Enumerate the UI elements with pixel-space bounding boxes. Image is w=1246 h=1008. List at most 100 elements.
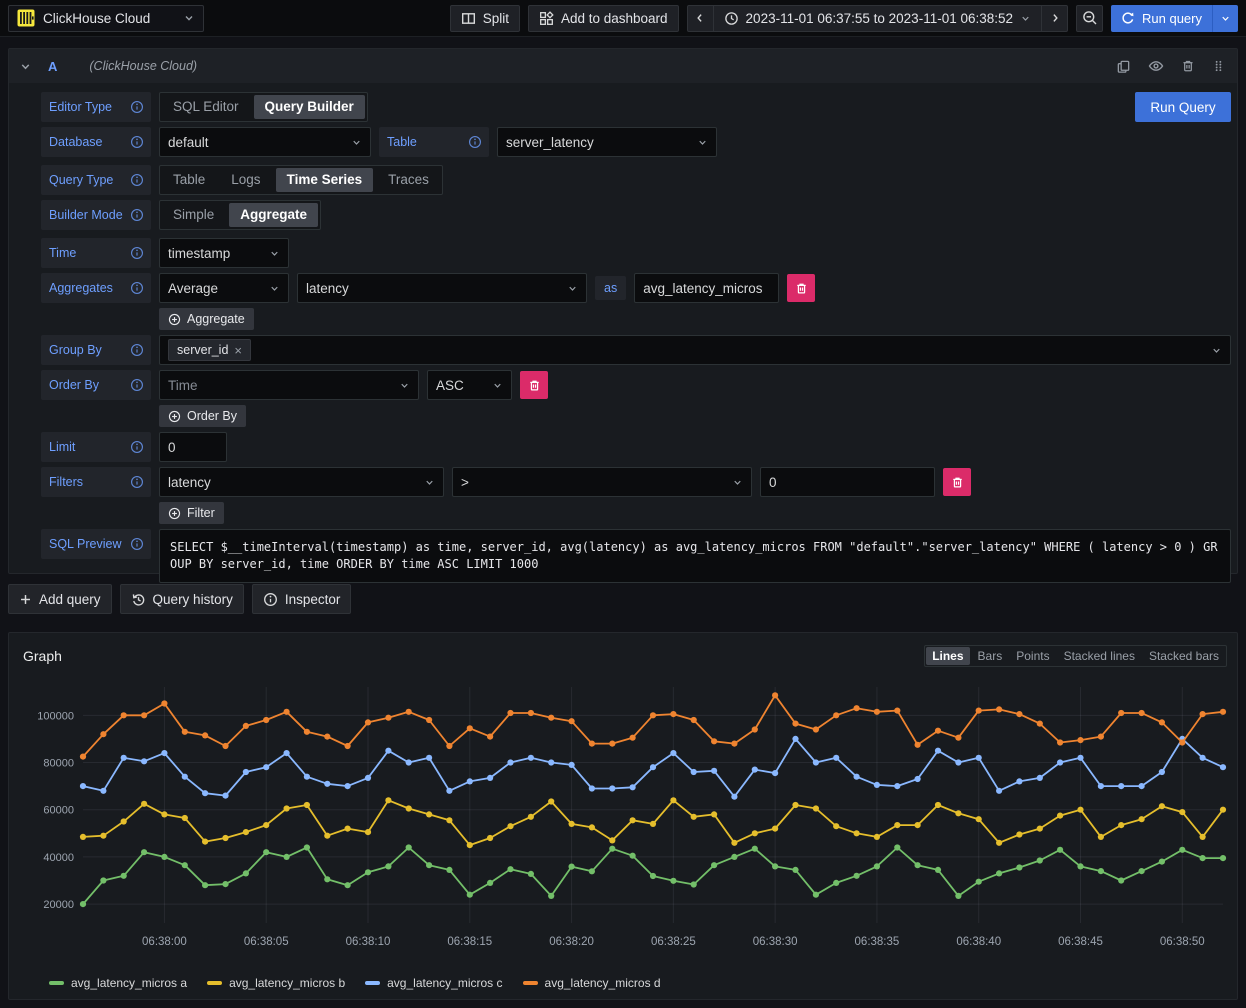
series-point — [1098, 783, 1104, 789]
trash-icon — [951, 476, 964, 489]
series-point — [1077, 863, 1083, 869]
filter-value-input[interactable] — [760, 467, 935, 497]
remove-order-by-button[interactable] — [520, 371, 548, 399]
series-point — [528, 710, 534, 716]
series-point — [80, 783, 86, 789]
time-shift-back-button[interactable] — [687, 5, 714, 32]
series-point — [813, 759, 819, 765]
add-query-button[interactable]: Add query — [8, 584, 112, 614]
series-point — [324, 833, 330, 839]
query-type-logs[interactable]: Logs — [218, 166, 273, 194]
chevron-down-icon — [492, 380, 503, 391]
editor-type-query-builder[interactable]: Query Builder — [254, 95, 365, 119]
series-point — [609, 785, 615, 791]
run-query-panel-button[interactable]: Run Query — [1135, 92, 1231, 122]
time-series-chart[interactable]: 2000040000600008000010000006:38:0006:38:… — [17, 677, 1231, 967]
series-point — [955, 893, 961, 899]
run-query-dropdown-toggle[interactable] — [1212, 5, 1238, 32]
series-point — [650, 873, 656, 879]
svg-text:06:38:25: 06:38:25 — [651, 936, 696, 948]
time-column-select[interactable]: timestamp — [159, 238, 289, 268]
filter-field-select[interactable]: latency — [159, 467, 444, 497]
graph-style-bars[interactable]: Bars — [971, 646, 1010, 666]
add-order-by-button[interactable]: Order By — [159, 405, 246, 427]
series-point — [955, 810, 961, 816]
group-by-multiselect[interactable]: server_id × — [159, 335, 1231, 365]
query-type-traces[interactable]: Traces — [375, 166, 442, 194]
query-type-time-series[interactable]: Time Series — [276, 168, 374, 192]
info-icon — [130, 378, 144, 392]
series-point — [1139, 783, 1145, 789]
series-point — [1159, 719, 1165, 725]
add-filter-button[interactable]: Filter — [159, 502, 224, 524]
graph-style-lines[interactable]: Lines — [926, 647, 969, 665]
remove-filter-button[interactable] — [943, 468, 971, 496]
series-point — [345, 826, 351, 832]
inspector-button[interactable]: Inspector — [252, 584, 352, 614]
series-point — [569, 718, 575, 724]
datasource-picker[interactable]: ClickHouse Cloud — [8, 5, 204, 32]
series-point — [284, 750, 290, 756]
builder-mode-aggregate[interactable]: Aggregate — [229, 203, 318, 227]
remove-aggregate-button[interactable] — [787, 274, 815, 302]
remove-query-trash-icon[interactable] — [1181, 59, 1195, 73]
series-point — [467, 842, 473, 848]
duplicate-query-icon[interactable] — [1116, 59, 1131, 74]
query-history-button[interactable]: Query history — [120, 584, 244, 614]
remove-tag-icon[interactable]: × — [234, 343, 242, 358]
order-by-direction-select[interactable]: ASC — [427, 370, 512, 400]
limit-input[interactable] — [159, 432, 227, 462]
table-select[interactable]: server_latency — [497, 127, 717, 157]
series-point — [202, 882, 208, 888]
series-point — [487, 775, 493, 781]
chart-legend: avg_latency_micros a avg_latency_micros b… — [49, 976, 661, 990]
drag-handle-icon[interactable] — [1212, 59, 1225, 73]
order-by-label: Order By — [41, 370, 151, 400]
hide-response-eye-icon[interactable] — [1148, 58, 1164, 74]
series-point — [752, 830, 758, 836]
svg-text:06:38:15: 06:38:15 — [447, 936, 492, 948]
legend-item[interactable]: avg_latency_micros b — [207, 976, 345, 990]
series-point — [813, 805, 819, 811]
aggregate-function-select[interactable]: Average — [159, 273, 289, 303]
series-point — [222, 881, 228, 887]
series-point — [854, 830, 860, 836]
as-chip: as — [595, 276, 626, 300]
time-range-picker[interactable]: 2023-11-01 06:37:55 to 2023-11-01 06:38:… — [713, 5, 1042, 32]
builder-mode-simple[interactable]: Simple — [160, 201, 227, 229]
add-aggregate-button[interactable]: Aggregate — [159, 308, 254, 330]
editor-type-sql-editor[interactable]: SQL Editor — [160, 93, 252, 121]
order-by-field-select[interactable]: Time — [159, 370, 419, 400]
graph-style-stacked-lines[interactable]: Stacked lines — [1057, 646, 1142, 666]
aggregate-column-select[interactable]: latency — [297, 273, 587, 303]
series-point — [752, 846, 758, 852]
series-point — [304, 774, 310, 780]
query-type-table[interactable]: Table — [160, 166, 218, 194]
time-shift-forward-button[interactable] — [1041, 5, 1068, 32]
split-button[interactable]: Split — [450, 5, 520, 32]
series-point — [650, 821, 656, 827]
legend-item[interactable]: avg_latency_micros d — [523, 976, 661, 990]
series-point — [284, 854, 290, 860]
series-point — [813, 726, 819, 732]
chevron-down-icon — [424, 477, 435, 488]
chevron-down-icon — [697, 137, 708, 148]
svg-text:06:38:50: 06:38:50 — [1160, 936, 1205, 948]
legend-swatch — [207, 981, 222, 985]
collapse-chevron-icon[interactable] — [19, 60, 32, 73]
zoom-out-button[interactable] — [1076, 5, 1103, 32]
series-point — [182, 774, 188, 780]
add-to-dashboard-button[interactable]: Add to dashboard — [528, 5, 679, 32]
filter-operator-select[interactable]: > — [452, 467, 752, 497]
legend-item[interactable]: avg_latency_micros c — [365, 976, 502, 990]
legend-item[interactable]: avg_latency_micros a — [49, 976, 187, 990]
sql-preview-text: SELECT $__timeInterval(timestamp) as tim… — [159, 529, 1231, 583]
database-select[interactable]: default — [159, 127, 371, 157]
graph-style-stacked-bars[interactable]: Stacked bars — [1142, 646, 1226, 666]
svg-text:06:38:40: 06:38:40 — [956, 936, 1001, 948]
run-query-button[interactable]: Run query — [1111, 5, 1212, 32]
graph-style-points[interactable]: Points — [1009, 646, 1056, 666]
aggregate-alias-input[interactable] — [634, 273, 779, 303]
series-point — [1057, 813, 1063, 819]
series-point — [630, 853, 636, 859]
